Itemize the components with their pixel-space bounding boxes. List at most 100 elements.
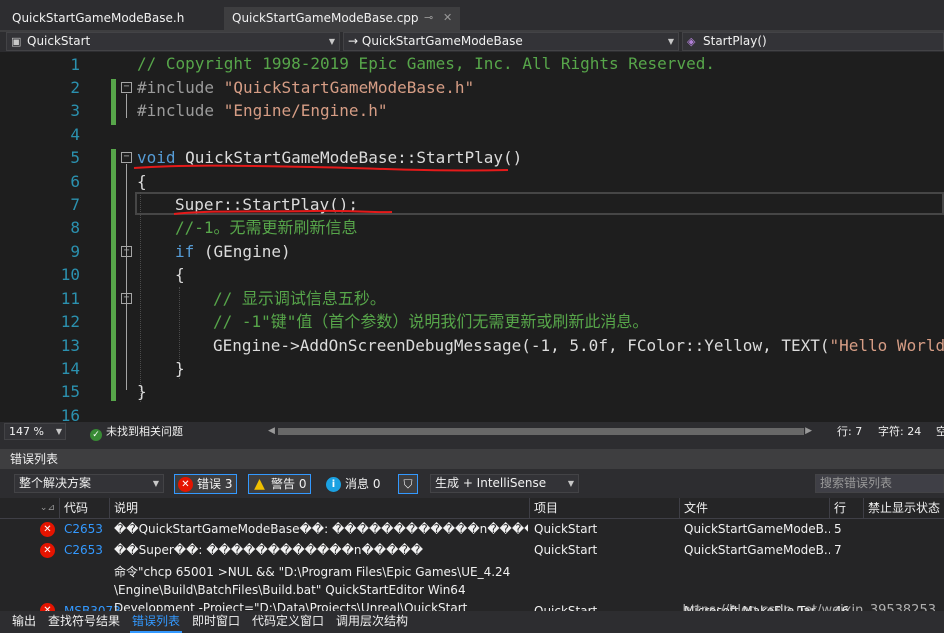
line-number: 11 xyxy=(60,289,80,308)
tab-call-hierarchy[interactable]: 调用层次结构 xyxy=(336,611,408,633)
code-line-2: #include "QuickStartGameModeBase.h" xyxy=(137,76,474,99)
member-label: StartPlay() xyxy=(703,34,767,48)
code-line-7: Super::StartPlay(); xyxy=(175,195,359,214)
preprocessor: #include xyxy=(137,78,224,97)
error-icon: ✕ xyxy=(40,522,55,537)
code-line-5: void QuickStartGameModeBase::StartPlay() xyxy=(137,146,522,169)
error-icon: ✕ xyxy=(40,543,55,558)
column-project[interactable]: 项目 xyxy=(530,498,680,519)
scroll-left-icon[interactable]: ◀ xyxy=(268,422,275,441)
issues-text: 未找到相关问题 xyxy=(106,425,183,438)
navigation-bar: ▣ QuickStart ▼ → QuickStartGameModeBase … xyxy=(0,32,944,51)
collapse-icon[interactable]: − xyxy=(121,82,132,93)
member-dropdown[interactable]: ◈ StartPlay() xyxy=(682,32,944,51)
keyword: if xyxy=(175,242,195,261)
column-suppression[interactable]: 禁止显示状态 xyxy=(864,498,944,519)
class-dropdown[interactable]: → QuickStartGameModeBase ▼ xyxy=(343,32,679,51)
tab-output[interactable]: 输出 xyxy=(12,611,36,633)
issues-indicator[interactable]: ✓ 未找到相关问题 xyxy=(90,422,183,441)
source-label: 生成 + IntelliSense xyxy=(435,476,547,490)
collapse-icon[interactable]: − xyxy=(121,293,132,304)
table-row[interactable]: ✕ C2653 ��QuickStartGameModeBase��: ����… xyxy=(0,519,944,540)
bottom-panel-tabs: 输出 查找符号结果 错误列表 即时窗口 代码定义窗口 调用层次结构 xyxy=(0,611,944,633)
tab-label: QuickStartGameModeBase.cpp xyxy=(232,11,419,25)
indent-guide xyxy=(140,192,141,402)
line-number: 13 xyxy=(60,336,80,355)
tab-error-list[interactable]: 错误列表 xyxy=(130,611,183,633)
line-number: 16 xyxy=(60,406,80,422)
code-line-3: #include "Engine/Engine.h" xyxy=(137,99,387,122)
messages-filter-button[interactable]: i 消息 0 xyxy=(322,474,385,494)
error-file: QuickStartGameModeB... xyxy=(684,543,830,557)
error-code[interactable]: C2653 xyxy=(64,540,103,561)
string-literal: "Hello World, xyxy=(829,336,944,355)
line-indicator: 行: 7 xyxy=(837,425,863,438)
line-number: 12 xyxy=(60,312,80,331)
zoom-dropdown[interactable]: 147 % ▼ xyxy=(4,423,66,440)
column-description[interactable]: 说明 xyxy=(110,498,530,519)
error-list-body: ✕ C2653 ��QuickStartGameModeBase��: ����… xyxy=(0,519,944,611)
chevron-down-icon: ▼ xyxy=(55,427,62,436)
line-number: 10 xyxy=(60,265,80,284)
errors-filter-button[interactable]: ✕ 错误 3 xyxy=(174,474,238,494)
tab-find-symbol-results[interactable]: 查找符号结果 xyxy=(48,611,120,633)
code-line-15: } xyxy=(137,382,147,401)
line-number: 2 xyxy=(70,78,80,97)
error-code[interactable]: C2653 xyxy=(64,519,103,540)
tab-code-definition-window[interactable]: 代码定义窗口 xyxy=(252,611,324,633)
line-number: 1 xyxy=(70,55,80,74)
sort-icon[interactable]: ⌄⊿ xyxy=(0,498,60,519)
condition: (GEngine) xyxy=(194,242,291,261)
search-input[interactable]: 搜索错误列表 xyxy=(815,474,944,493)
project-label: QuickStart xyxy=(27,34,91,48)
scope-dropdown[interactable]: 整个解决方案 ▼ xyxy=(14,474,164,493)
editor-status-bar: 147 % ▼ ✓ 未找到相关问题 ◀ ▶ 行: 7 字符: 24 空 xyxy=(0,422,944,441)
source-dropdown[interactable]: 生成 + IntelliSense ▼ xyxy=(430,474,579,493)
code-line-11: // 显示调试信息五秒。 xyxy=(213,289,386,308)
error-code[interactable]: MSB3073 xyxy=(64,601,121,611)
error-description: ��Super��: ������������n����� xyxy=(114,543,424,557)
table-row[interactable]: ✕ C2653 ��Super��: ������������n����� Qu… xyxy=(0,540,944,561)
column-line[interactable]: 行 xyxy=(830,498,864,519)
warnings-filter-button[interactable]: ▲ 警告 0 xyxy=(248,474,312,494)
call-expression: GEngine->AddOnScreenDebugMessage(-1, 5.0… xyxy=(213,336,830,355)
fold-guide xyxy=(126,164,127,390)
chevron-down-icon: ▼ xyxy=(567,479,574,488)
error-icon: ✕ xyxy=(178,477,193,492)
error-project: QuickStart xyxy=(534,522,598,536)
line-number: 4 xyxy=(70,125,80,144)
info-icon: i xyxy=(326,477,341,492)
code-line-14: } xyxy=(175,359,185,378)
horizontal-scrollbar[interactable]: ◀ ▶ xyxy=(268,426,812,437)
preprocessor: #include xyxy=(137,101,224,120)
line-number: 8 xyxy=(70,218,80,237)
tab-immediate-window[interactable]: 即时窗口 xyxy=(192,611,240,633)
line-number: 7 xyxy=(70,195,80,214)
close-icon[interactable]: ✕ xyxy=(443,7,452,29)
collapse-icon[interactable]: − xyxy=(121,246,132,257)
chevron-down-icon: ▼ xyxy=(152,479,159,488)
document-tab-bar: QuickStartGameModeBase.h QuickStartGameM… xyxy=(0,0,944,30)
method-icon: ◈ xyxy=(687,35,696,48)
project-icon: ▣ xyxy=(11,35,22,48)
collapse-icon[interactable]: − xyxy=(121,152,132,163)
code-line-1: // Copyright 1998-2019 Epic Games, Inc. … xyxy=(137,54,715,73)
column-file[interactable]: 文件 xyxy=(680,498,830,519)
column-code[interactable]: 代码 xyxy=(60,498,110,519)
filter-icon[interactable]: ⛉ xyxy=(398,474,418,494)
error-description: ��QuickStartGameModeBase��: ������������… xyxy=(114,522,528,536)
project-dropdown[interactable]: ▣ QuickStart ▼ xyxy=(6,32,340,51)
errors-count: 错误 3 xyxy=(197,477,233,491)
whitespace-indicator: 空 xyxy=(936,425,944,438)
tab-cpp-file[interactable]: QuickStartGameModeBase.cpp ⊸ ✕ xyxy=(224,7,460,30)
error-line: 5 xyxy=(834,522,842,536)
code-line-8: //-1。无需更新刷新信息 xyxy=(175,218,358,237)
scrollbar-thumb[interactable] xyxy=(278,428,804,435)
error-description: 命令"chcp 65001 >NUL && "D:\Program Files\… xyxy=(114,565,511,611)
scroll-right-icon[interactable]: ▶ xyxy=(805,422,812,441)
check-circle-icon: ✓ xyxy=(90,429,102,441)
char-indicator: 字符: 24 xyxy=(878,425,922,438)
tab-header-file[interactable]: QuickStartGameModeBase.h xyxy=(4,7,218,30)
pin-icon[interactable]: ⊸ xyxy=(424,7,433,29)
code-editor[interactable]: 1 2 3 4 5 6 7 8 9 10 11 12 13 14 15 16 −… xyxy=(0,52,944,422)
